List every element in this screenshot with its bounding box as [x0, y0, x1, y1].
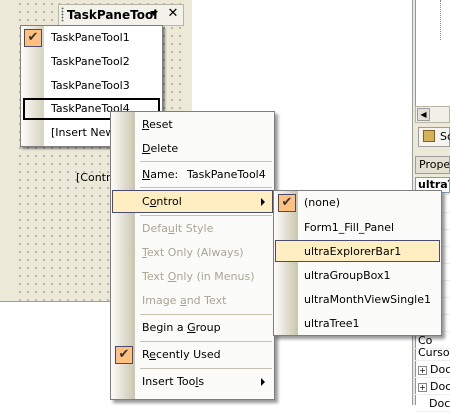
submenu-item-ultraexplorerbar1[interactable]: ultraExplorerBar1	[274, 240, 441, 264]
menu-separator	[140, 368, 272, 369]
submenu-arrow-icon	[261, 378, 265, 386]
checkmark-icon: ✔	[24, 29, 42, 47]
menu-item-delete[interactable]: Delete	[111, 137, 274, 161]
menu-separator	[140, 341, 272, 342]
properties-header: Proper	[415, 156, 450, 174]
submenu-item-form1-fill-panel[interactable]: Form1_Fill_Panel	[274, 216, 441, 240]
property-row[interactable]: Doc	[415, 395, 450, 412]
taskpane-title[interactable]: TaskPaneTool	[67, 6, 157, 24]
checkmark-icon: ✔	[115, 346, 133, 364]
menu-item-default-style: Default Style	[142, 222, 214, 235]
menu-item-text-only-always: Text Only (Always)	[142, 246, 244, 259]
menu-item-begin-group[interactable]: Begin a Group	[111, 316, 274, 340]
close-icon[interactable]: ✕	[166, 5, 180, 23]
menu-item-control[interactable]: Control	[111, 190, 274, 214]
solution-explorer-icon	[423, 130, 435, 142]
name-field-value[interactable]: TaskPaneTool4	[187, 163, 266, 187]
menu-separator	[140, 161, 272, 162]
expand-icon[interactable]: +	[418, 382, 427, 392]
submenu-item-none[interactable]: ✔ (none)	[274, 191, 441, 215]
tree-connector-line	[440, 0, 441, 40]
dropdown-item-taskpanetool1[interactable]: ✔ TaskPaneTool1	[21, 26, 162, 50]
property-row[interactable]: + Doc	[415, 361, 450, 378]
menu-item-image-and-text: Image and Text	[142, 294, 227, 307]
property-row[interactable]: + Doc	[415, 378, 450, 395]
menu-item-text-only-in-menus: Text Only (in Menus)	[142, 270, 255, 283]
menu-item-recently-used[interactable]: ✔ Recently Used	[111, 343, 274, 367]
menu-item-name[interactable]: Name: TaskPaneTool4	[111, 163, 274, 187]
tab-solution-explorer-label: So	[440, 130, 450, 143]
toolbar-grip-handle[interactable]	[61, 7, 64, 22]
menu-separator	[140, 314, 272, 315]
dropdown-item-taskpanetool2[interactable]: TaskPaneTool2	[21, 50, 162, 74]
checkmark-icon: ✔	[278, 194, 296, 212]
dropdown-arrow-icon[interactable]	[150, 11, 158, 16]
property-row[interactable]: Cursor	[415, 344, 450, 361]
solution-tree-view[interactable]	[415, 0, 450, 106]
designer-margin	[0, 0, 18, 301]
submenu-item-ultramonthviewsingle1[interactable]: ultraMonthViewSingle1	[274, 288, 441, 312]
menu-separator	[140, 187, 272, 188]
submenu-item-ultragroupbox1[interactable]: ultraGroupBox1	[274, 264, 441, 288]
scroll-left-icon[interactable]: ◀	[417, 108, 430, 121]
menu-item-reset[interactable]: Reset	[111, 113, 274, 137]
submenu-item-ultratree1[interactable]: ultraTree1	[274, 312, 441, 336]
menu-separator	[140, 215, 272, 216]
submenu-arrow-icon	[261, 198, 265, 206]
dropdown-item-taskpanetool3[interactable]: TaskPaneTool3	[21, 74, 162, 98]
expand-icon[interactable]: +	[418, 365, 427, 375]
menu-item-insert-tools[interactable]: Insert Tools	[111, 370, 274, 394]
